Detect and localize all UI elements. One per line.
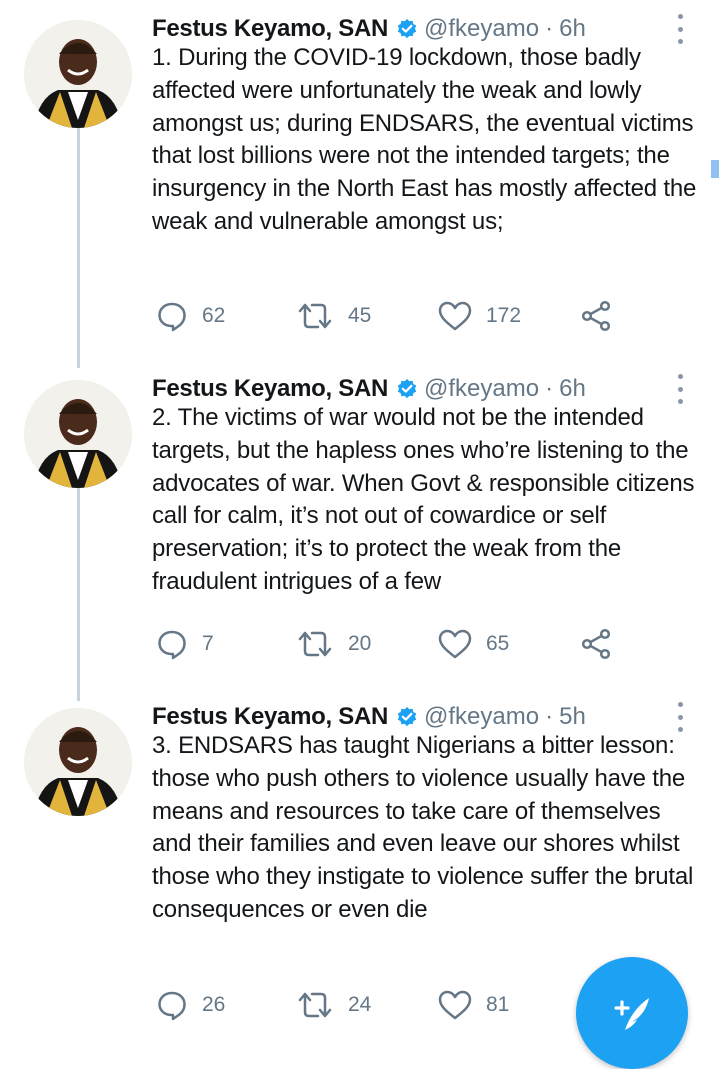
retweet-button[interactable]: 24 [296, 985, 371, 1025]
compose-tweet-icon [614, 998, 649, 1030]
tweet-header: Festus Keyamo, SAN @fkeyamo · 5h [152, 700, 586, 734]
tweet-header: Festus Keyamo, SAN @fkeyamo · 6h [152, 12, 586, 46]
retweet-button[interactable]: 45 [296, 296, 371, 336]
tweet[interactable]: Festus Keyamo, SAN @fkeyamo · 6h 2. The … [0, 372, 720, 692]
heart-icon [438, 629, 472, 659]
more-vertical-icon[interactable] [672, 14, 688, 44]
tweet[interactable]: Festus Keyamo, SAN @fkeyamo · 6h 1. Duri… [0, 12, 720, 362]
separator-dot: · [545, 375, 554, 402]
avatar[interactable] [24, 380, 132, 488]
avatar[interactable] [24, 20, 132, 128]
like-button[interactable]: 172 [438, 296, 521, 336]
reply-count: 7 [202, 632, 214, 655]
share-button[interactable] [580, 624, 612, 664]
author-handle[interactable]: @fkeyamo [424, 375, 539, 403]
like-count: 172 [486, 304, 522, 327]
retweet-icon [298, 631, 332, 657]
share-icon [581, 300, 611, 332]
reply-count: 62 [202, 304, 226, 327]
reply-icon [158, 302, 186, 332]
retweet-count: 45 [348, 304, 372, 327]
timestamp[interactable]: 5h [559, 703, 586, 731]
like-count: 65 [486, 632, 510, 655]
timestamp[interactable]: 6h [559, 15, 586, 43]
timestamp[interactable]: 6h [559, 375, 586, 403]
verified-badge-icon [396, 18, 418, 40]
tweet-text: 2. The victims of war would not be the i… [152, 404, 695, 595]
heart-icon [438, 301, 472, 331]
retweet-icon [298, 992, 332, 1018]
reply-count: 26 [202, 993, 226, 1016]
tweet-text: 3. ENDSARS has taught Nigerians a bitter… [152, 732, 694, 923]
avatar-image [24, 708, 132, 816]
more-vertical-icon[interactable] [672, 374, 688, 404]
author-name[interactable]: Festus Keyamo, SAN [152, 703, 388, 731]
author-name[interactable]: Festus Keyamo, SAN [152, 375, 388, 403]
like-button[interactable]: 65 [438, 624, 509, 664]
more-vertical-icon[interactable] [672, 702, 688, 732]
separator-dot: · [545, 15, 554, 42]
scroll-indicator [711, 160, 719, 178]
reply-icon [158, 991, 186, 1021]
reply-button[interactable]: 7 [156, 624, 214, 664]
verified-badge-icon [396, 706, 418, 728]
compose-tweet-button[interactable] [576, 957, 688, 1069]
share-icon [581, 628, 611, 660]
tweet-header: Festus Keyamo, SAN @fkeyamo · 6h [152, 372, 586, 406]
avatar[interactable] [24, 708, 132, 816]
retweet-count: 24 [348, 993, 372, 1016]
author-handle[interactable]: @fkeyamo [424, 703, 539, 731]
reply-button[interactable]: 62 [156, 296, 225, 336]
reply-button[interactable]: 26 [156, 985, 225, 1025]
avatar-image [24, 20, 132, 128]
avatar-image [24, 380, 132, 488]
retweet-button[interactable]: 20 [296, 624, 371, 664]
retweet-icon [298, 303, 332, 329]
author-name[interactable]: Festus Keyamo, SAN [152, 15, 388, 43]
tweet-actions: 7 20 65 [152, 624, 672, 664]
like-button[interactable]: 81 [438, 985, 509, 1025]
reply-icon [158, 630, 186, 660]
share-button[interactable] [580, 296, 612, 336]
like-count: 81 [486, 993, 510, 1016]
author-handle[interactable]: @fkeyamo [424, 15, 539, 43]
tweet-actions: 62 45 172 [152, 296, 672, 336]
heart-icon [438, 990, 472, 1020]
tweet-text: 1. During the COVID-19 lockdown, those b… [152, 44, 697, 235]
verified-badge-icon [396, 378, 418, 400]
separator-dot: · [545, 703, 554, 730]
retweet-count: 20 [348, 632, 372, 655]
